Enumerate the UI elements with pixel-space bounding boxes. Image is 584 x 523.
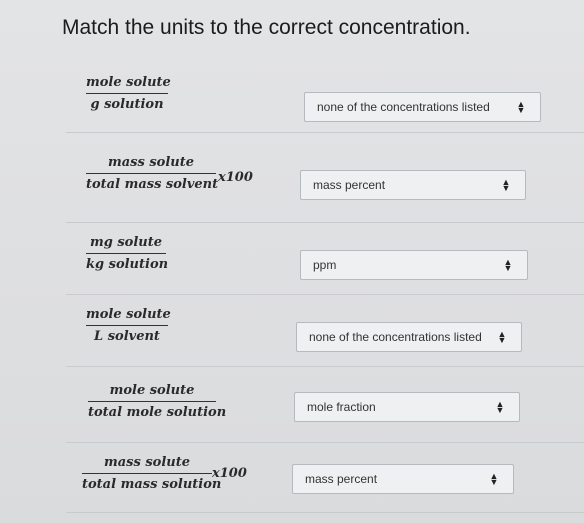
select-value: ppm bbox=[313, 258, 337, 272]
unit-fraction: mole solute total mole solution bbox=[88, 382, 227, 422]
concentration-select[interactable]: ppm ▲ ▼ bbox=[300, 250, 528, 280]
unit-fraction: mole solute g solution bbox=[86, 74, 171, 114]
match-row: mass solute total mass solution x100 mas… bbox=[66, 442, 584, 513]
up-down-chevron-icon: ▲ ▼ bbox=[497, 329, 507, 345]
select-value: mass percent bbox=[313, 178, 386, 192]
concentration-select[interactable]: mass percent ▲ ▼ bbox=[292, 464, 514, 494]
fraction-bar bbox=[82, 473, 212, 474]
fraction-denominator: L solvent bbox=[94, 329, 160, 344]
concentration-select[interactable]: mass percent ▲ ▼ bbox=[300, 170, 526, 200]
match-row: mole solute g solution none of the conce… bbox=[66, 62, 584, 133]
fraction-denominator: total mass solution bbox=[82, 477, 222, 492]
select-value: none of the concentrations listed bbox=[317, 100, 490, 114]
fraction-numerator: mole solute bbox=[86, 75, 171, 90]
select-value: mole fraction bbox=[307, 400, 376, 414]
concentration-select[interactable]: none of the concentrations listed ▲ ▼ bbox=[296, 322, 522, 352]
fraction-bar bbox=[86, 325, 168, 326]
fraction-numerator: mole solute bbox=[86, 307, 171, 322]
up-down-chevron-icon: ▲ ▼ bbox=[489, 471, 499, 487]
unit-fraction: mole solute L solvent bbox=[86, 306, 171, 346]
unit-fraction: mass solute total mass solvent bbox=[86, 154, 219, 194]
fraction-bar bbox=[86, 173, 216, 174]
up-down-chevron-icon: ▲ ▼ bbox=[516, 99, 526, 115]
select-value: mass percent bbox=[305, 472, 378, 486]
up-down-chevron-icon: ▲ ▼ bbox=[501, 177, 511, 193]
fraction-numerator: mole solute bbox=[109, 383, 195, 398]
unit-fraction: mass solute total mass solution bbox=[82, 454, 222, 494]
fraction-numerator: mass solute bbox=[104, 455, 190, 470]
select-value: none of the concentrations listed bbox=[309, 330, 482, 344]
match-row: mole solute L solvent none of the concen… bbox=[66, 294, 584, 367]
match-row: mg solute kg solution ppm ▲ ▼ bbox=[66, 222, 584, 295]
unit-fraction: mg solute kg solution bbox=[86, 234, 169, 274]
question-title: Match the units to the correct concentra… bbox=[62, 16, 471, 39]
up-down-chevron-icon: ▲ ▼ bbox=[495, 399, 505, 415]
quiz-page: Match the units to the correct concentra… bbox=[0, 0, 584, 523]
fraction-denominator: total mole solution bbox=[88, 405, 227, 420]
fraction-denominator: g solution bbox=[90, 97, 164, 112]
fraction-numerator: mg solute bbox=[89, 235, 163, 250]
concentration-select[interactable]: none of the concentrations listed ▲ ▼ bbox=[304, 92, 541, 122]
fraction-bar bbox=[88, 401, 216, 402]
fraction-numerator: mass solute bbox=[108, 155, 194, 170]
concentration-select[interactable]: mole fraction ▲ ▼ bbox=[294, 392, 520, 422]
fraction-denominator: kg solution bbox=[86, 257, 169, 272]
fraction-denominator: total mass solvent bbox=[86, 177, 219, 192]
multiplier-label: x100 bbox=[212, 466, 247, 481]
multiplier-label: x100 bbox=[218, 170, 253, 185]
fraction-bar bbox=[86, 93, 168, 94]
up-down-chevron-icon: ▲ ▼ bbox=[503, 257, 513, 273]
match-row: mass solute total mass solvent x100 mass… bbox=[66, 132, 584, 223]
match-row: mole solute total mole solution mole fra… bbox=[66, 366, 584, 443]
fraction-bar bbox=[86, 253, 166, 254]
